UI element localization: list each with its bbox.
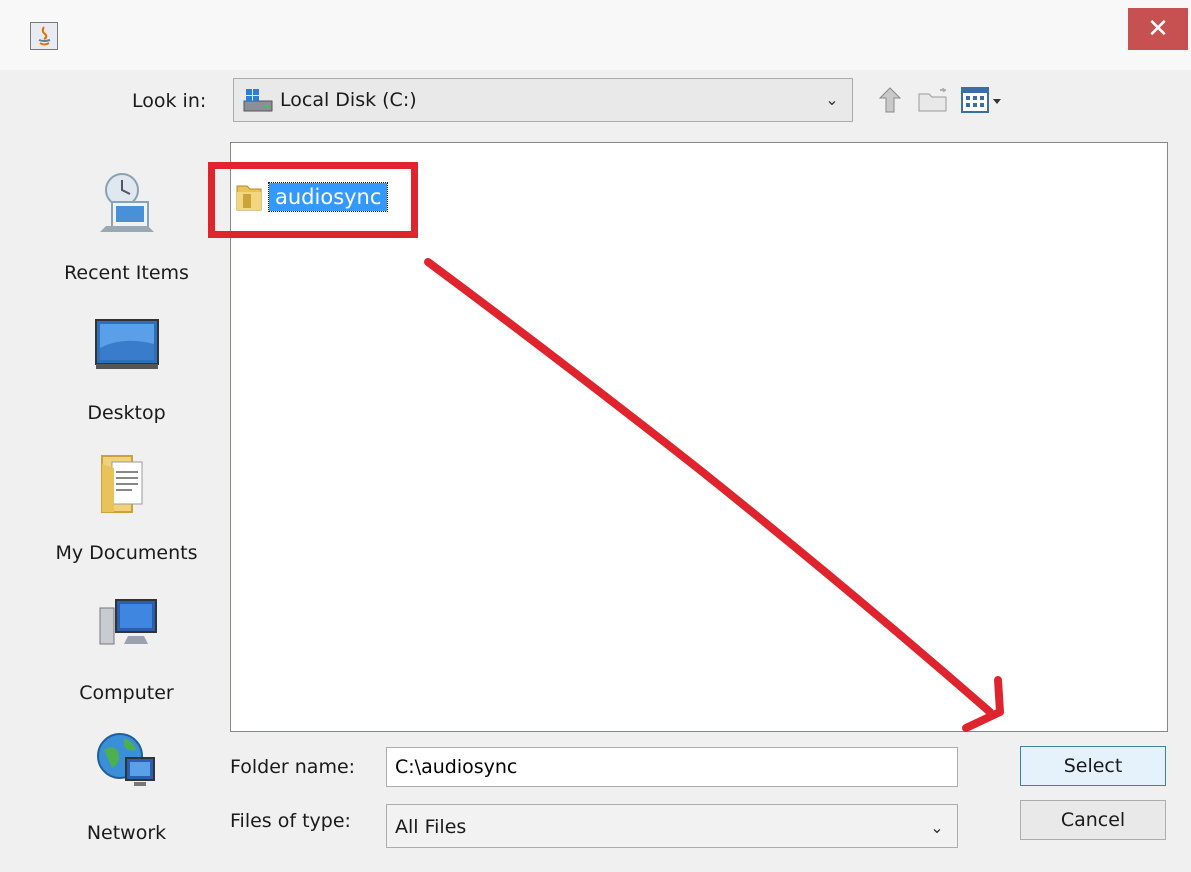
files-of-type-label: Files of type: — [230, 810, 351, 832]
folder-name-label: Folder name: — [230, 756, 356, 778]
file-list-pane[interactable]: audiosync — [230, 142, 1168, 732]
sidebar-item-label: Recent Items — [64, 262, 189, 284]
look-in-value: Local Disk (C:) — [280, 89, 417, 111]
create-new-folder-icon[interactable] — [916, 84, 952, 116]
folder-name-field[interactable] — [386, 747, 958, 787]
list-item[interactable]: audiosync — [235, 179, 389, 215]
sidebar-item-desktop[interactable]: Desktop — [34, 308, 219, 424]
close-button[interactable]: ✕ — [1128, 8, 1188, 50]
documents-folder-icon — [92, 448, 162, 518]
sidebar-item-network[interactable]: Network — [34, 728, 219, 844]
files-of-type-combo[interactable]: All Files ⌄ — [386, 804, 958, 848]
folder-icon — [236, 185, 262, 211]
sidebar-item-label: Desktop — [87, 402, 166, 424]
sidebar-item-computer[interactable]: Computer — [34, 588, 219, 704]
select-button[interactable]: Select — [1020, 746, 1166, 786]
look-in-combo[interactable]: Local Disk (C:) ⌄ — [233, 78, 853, 122]
chevron-down-icon[interactable]: ⌄ — [927, 816, 947, 840]
view-menu-icon[interactable] — [960, 84, 1004, 116]
computer-icon — [92, 588, 162, 658]
desktop-icon — [92, 308, 162, 378]
title-bar: ✕ — [0, 0, 1191, 70]
chevron-down-icon[interactable]: ⌄ — [822, 88, 842, 112]
local-disk-icon — [243, 89, 273, 112]
cancel-button[interactable]: Cancel — [1020, 800, 1166, 840]
look-in-label: Look in: — [132, 90, 207, 112]
network-icon — [92, 728, 162, 798]
recent-items-icon — [92, 168, 162, 238]
file-chooser-dialog: ✕ Look in: Local Disk (C:) ⌄ Recent Item… — [0, 0, 1191, 872]
sidebar-item-label: Computer — [79, 682, 174, 704]
java-app-icon — [30, 22, 58, 50]
sidebar-item-recent-items[interactable]: Recent Items — [34, 168, 219, 284]
sidebar-item-my-documents[interactable]: My Documents — [34, 448, 219, 564]
file-name: audiosync — [267, 182, 389, 212]
sidebar-item-label: My Documents — [55, 542, 198, 564]
places-bar: Recent Items Desktop My Documents Comput… — [34, 140, 219, 844]
up-one-level-icon[interactable] — [876, 84, 908, 116]
files-of-type-value: All Files — [395, 816, 467, 838]
sidebar-item-label: Network — [86, 822, 167, 844]
